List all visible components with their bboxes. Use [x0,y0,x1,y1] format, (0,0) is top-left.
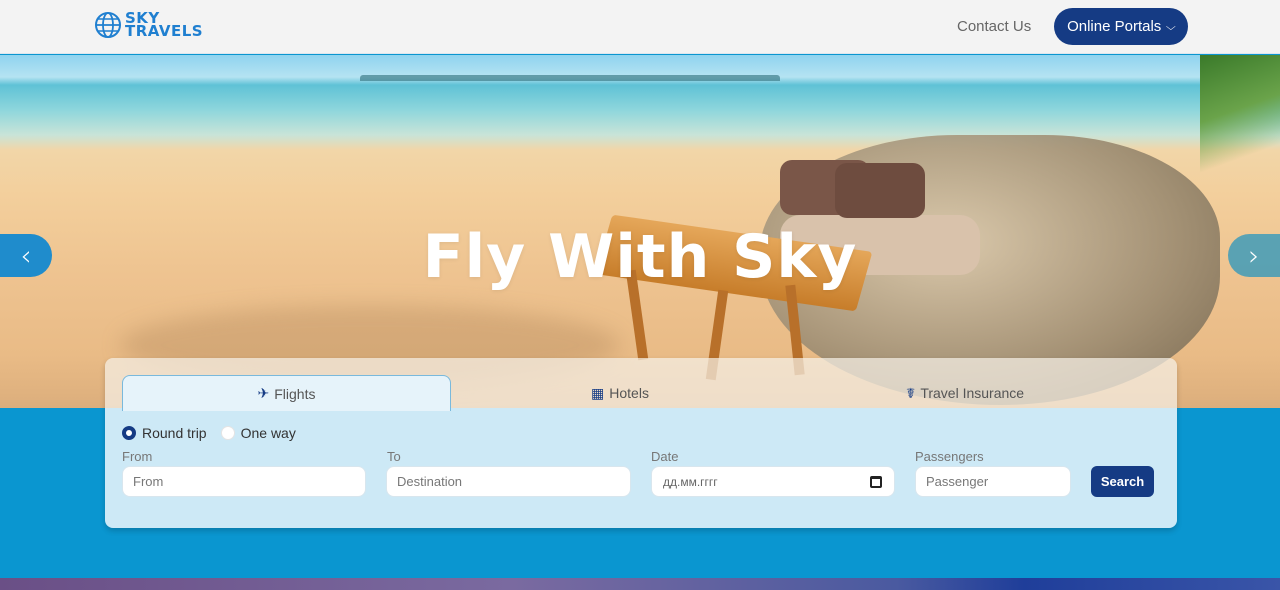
island-silhouette [360,75,780,81]
medical-briefcase-icon: ☤ [905,384,916,401]
carousel-next-button[interactable]: › [1228,234,1280,277]
chevron-down-icon: ⌵ [1166,21,1177,33]
round-trip-radio[interactable]: Round trip [122,425,207,441]
online-portals-label: Online Portals [1067,18,1162,35]
date-label: Date [651,449,679,464]
building-icon: ▦ [591,384,605,401]
search-button[interactable]: Search [1091,466,1154,497]
chevron-right-icon: › [1248,239,1260,272]
tab-hotels[interactable]: ▦ Hotels [505,375,735,411]
carousel-prev-button[interactable]: ‹ [0,234,52,277]
palm-leaves [1200,55,1280,195]
trip-type-group: Round trip One way [122,425,302,441]
logo-line-2: TRAVELS [125,22,204,40]
round-trip-label: Round trip [142,425,207,441]
search-panel: ✈ Flights ▦ Hotels ☤ Travel Insurance Ro… [105,358,1177,528]
calendar-icon[interactable] [870,475,882,488]
one-way-radio[interactable]: One way [220,425,296,441]
to-label: To [387,449,401,464]
radio-selected-icon[interactable] [122,426,136,440]
destination-input[interactable] [386,466,631,497]
online-portals-button[interactable]: Online Portals ⌵ [1054,8,1188,45]
hero-carousel: Fly With Sky ‹ › [0,55,1280,408]
chevron-left-icon: ‹ [20,239,32,272]
contact-us-link[interactable]: Contact Us [957,18,1031,35]
date-placeholder: дд.мм.гггг [663,474,718,489]
passengers-input[interactable] [915,466,1071,497]
tab-hotels-label: Hotels [609,385,649,401]
navbar: SKY TRAVELS Contact Us Online Portals ⌵ [0,0,1280,54]
radio-unselected-icon[interactable] [220,426,235,440]
tab-flights-label: Flights [274,385,316,402]
passengers-label: Passengers [915,449,984,464]
hero-title: Fly With Sky [422,222,858,292]
globe-icon [95,12,121,38]
next-section-strip [0,578,1280,590]
date-input[interactable]: дд.мм.гггг [651,466,895,497]
plane-icon: ✈ [257,385,270,401]
tab-travel-insurance[interactable]: ☤ Travel Insurance [865,375,1065,411]
logo-text: SKY TRAVELS [125,11,204,40]
tab-travel-insurance-label: Travel Insurance [920,385,1025,401]
logo[interactable]: SKY TRAVELS [94,11,203,39]
from-label: From [122,449,153,464]
from-input[interactable] [122,466,366,497]
pillow [835,163,925,218]
one-way-label: One way [240,425,296,441]
tab-flights[interactable]: ✈ Flights [122,375,451,411]
